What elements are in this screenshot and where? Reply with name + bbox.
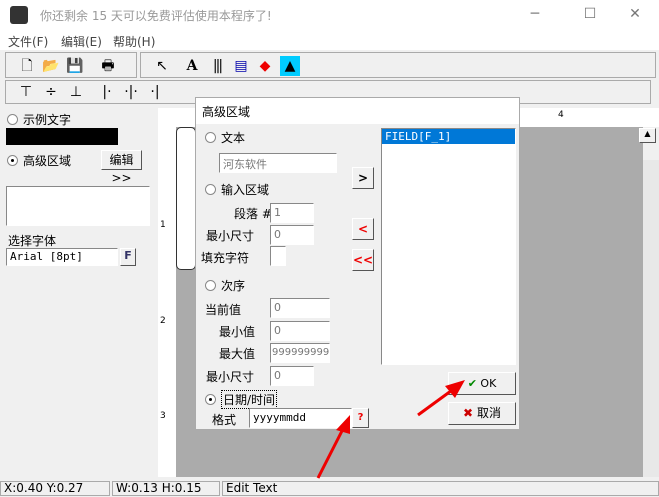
- font-button[interactable]: F: [120, 248, 136, 266]
- min-size-label: 最小尺寸: [206, 229, 255, 243]
- fill-char-label: 填充字符: [201, 251, 250, 265]
- input-area-label: 输入区域: [221, 183, 270, 197]
- align-middle-icon[interactable]: ÷: [41, 82, 61, 102]
- label-page: [176, 127, 196, 270]
- text-label: 文本: [221, 131, 246, 145]
- current-value-label: 当前值: [205, 303, 242, 317]
- advanced-area-label: 高级区域: [23, 154, 72, 168]
- close-button[interactable]: ✕: [620, 6, 650, 24]
- remove-field-button[interactable]: <: [352, 218, 374, 240]
- ruler-mark: 2: [160, 316, 166, 326]
- maximize-button[interactable]: ☐: [575, 6, 605, 24]
- text-tool-icon[interactable]: A: [182, 56, 202, 76]
- sequence-radio[interactable]: [205, 280, 216, 291]
- add-field-button[interactable]: >: [352, 167, 374, 189]
- menu-help[interactable]: 帮助(H): [113, 33, 155, 50]
- edit-button[interactable]: 编辑>>: [101, 150, 142, 185]
- vertical-scrollbar[interactable]: [643, 160, 659, 477]
- save-icon[interactable]: 💾: [65, 56, 85, 76]
- window-title: 你还剩余 15 天可以免费评估使用本程序了!: [40, 9, 272, 23]
- status-wh: W:0.13 H:0.15: [112, 481, 220, 496]
- format-label: 格式: [212, 413, 237, 427]
- align-center-icon[interactable]: ·|·: [121, 82, 141, 102]
- annotation-arrows: [316, 380, 465, 479]
- field-list[interactable]: FIELD[F_1]: [381, 128, 516, 365]
- minimize-button[interactable]: ─: [520, 6, 550, 24]
- text-radio[interactable]: [205, 132, 216, 143]
- menu-edit[interactable]: 编辑(E): [61, 33, 102, 50]
- sample-text-label: 示例文字: [23, 113, 72, 127]
- paragraph-icon[interactable]: ▤: [231, 56, 251, 76]
- sequence-label: 次序: [221, 279, 246, 293]
- advanced-area-box: [6, 186, 150, 226]
- app-icon: [10, 6, 28, 24]
- open-icon[interactable]: 📂: [41, 56, 61, 76]
- ruler-mark: 1: [160, 220, 166, 230]
- min-value-field[interactable]: 0: [270, 321, 330, 341]
- paragraph-field[interactable]: 1: [270, 203, 314, 223]
- sample-text-radio[interactable]: [7, 114, 18, 125]
- menu-file[interactable]: 文件(F): [8, 33, 48, 50]
- max-value-label: 最大值: [219, 347, 256, 361]
- align-bottom-icon[interactable]: ⊥: [66, 82, 86, 102]
- text-field[interactable]: 河东软件: [219, 153, 337, 173]
- barcode-icon[interactable]: |||: [207, 56, 227, 76]
- remove-all-button[interactable]: <<: [352, 249, 374, 271]
- print-icon[interactable]: 🖶: [98, 56, 118, 76]
- list-item[interactable]: FIELD[F_1]: [382, 129, 515, 144]
- align-left-icon[interactable]: |·: [97, 82, 117, 102]
- dialog-title: 高级区域: [196, 98, 519, 124]
- min-size2-label: 最小尺寸: [206, 370, 255, 384]
- min-value-label: 最小值: [219, 325, 256, 339]
- shapes-icon[interactable]: ◆: [255, 56, 275, 76]
- scroll-up-button[interactable]: ▲: [639, 128, 656, 143]
- min-size-field[interactable]: 0: [270, 225, 314, 245]
- align-right-icon[interactable]: ·|: [145, 82, 165, 102]
- paragraph-label: 段落 #: [234, 207, 272, 221]
- ruler-mark: 4: [558, 110, 564, 120]
- datetime-radio[interactable]: [205, 394, 216, 405]
- fill-char-field[interactable]: [270, 246, 286, 266]
- align-top-icon[interactable]: ⊤: [16, 82, 36, 102]
- image-icon[interactable]: ▲: [280, 56, 300, 76]
- status-xy: X:0.40 Y:0.27: [0, 481, 110, 496]
- new-icon[interactable]: 🗋: [17, 56, 37, 76]
- status-mode: Edit Text: [222, 481, 659, 496]
- datetime-label: 日期/时间: [221, 390, 278, 409]
- input-area-radio[interactable]: [205, 184, 216, 195]
- font-field: Arial [8pt]: [6, 248, 118, 266]
- left-ruler: [158, 127, 176, 477]
- advanced-area-radio[interactable]: [7, 155, 18, 166]
- sample-text-preview: [6, 128, 118, 145]
- select-font-label: 选择字体: [8, 234, 57, 248]
- ruler-mark: 3: [160, 411, 166, 421]
- pointer-icon[interactable]: ↖: [152, 56, 172, 76]
- current-value-field[interactable]: 0: [270, 298, 330, 318]
